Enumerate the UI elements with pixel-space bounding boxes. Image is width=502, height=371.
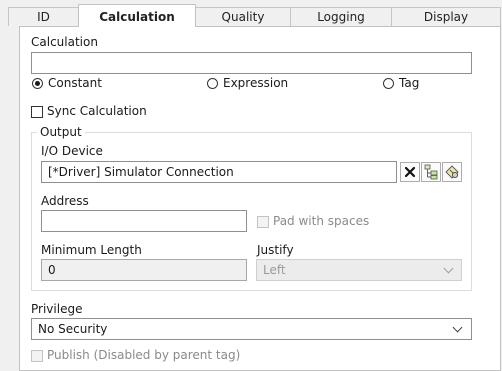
privilege-label: Privilege (31, 302, 83, 316)
clear-device-button[interactable] (400, 162, 420, 182)
tag-radio[interactable] (383, 78, 394, 89)
justify-value: Left (263, 263, 286, 277)
expression-radio[interactable] (207, 78, 218, 89)
sync-calculation-checkbox[interactable] (31, 106, 43, 118)
tab-calculation[interactable]: Calculation (78, 4, 196, 27)
address-input[interactable] (41, 210, 247, 232)
publish-checkbox[interactable] (31, 350, 43, 362)
browse-device-icon (424, 164, 438, 180)
tab-id[interactable]: ID (8, 7, 79, 26)
calculation-label: Calculation (31, 35, 98, 49)
privilege-dropdown[interactable]: No Security (31, 318, 472, 340)
address-label: Address (41, 194, 89, 208)
radio-selected-dot (35, 81, 40, 86)
constant-radio-label: Constant (48, 76, 102, 90)
minimum-length-label: Minimum Length (41, 243, 142, 257)
expression-radio-label: Expression (223, 76, 289, 90)
browse-device-button[interactable] (421, 162, 441, 182)
tab-quality[interactable]: Quality (195, 7, 291, 26)
justify-dropdown[interactable]: Left (256, 259, 462, 281)
chevron-down-icon (443, 263, 454, 274)
io-device-field[interactable]: [*Driver] Simulator Connection (41, 161, 397, 183)
calculation-input[interactable] (31, 52, 472, 74)
tab-logging[interactable]: Logging (290, 7, 392, 26)
justify-label: Justify (257, 243, 294, 257)
publish-label: Publish (Disabled by parent tag) (47, 348, 241, 362)
output-group-legend: Output (37, 125, 85, 139)
io-device-label: I/O Device (41, 144, 103, 158)
pad-with-spaces-label: Pad with spaces (273, 214, 370, 228)
minimum-length-input[interactable]: 0 (41, 259, 247, 281)
device-settings-button[interactable] (442, 162, 462, 182)
device-settings-icon (445, 165, 459, 179)
pad-with-spaces-checkbox[interactable] (257, 216, 269, 228)
chevron-down-icon (452, 322, 463, 333)
tab-panel: Calculation Constant Expression Tag Sync… (19, 26, 501, 371)
constant-radio[interactable] (32, 78, 43, 89)
privilege-value: No Security (38, 322, 108, 336)
clear-icon (404, 166, 416, 178)
sync-calculation-label: Sync Calculation (47, 104, 147, 118)
tab-display[interactable]: Display (391, 7, 501, 26)
tag-radio-label: Tag (399, 76, 420, 90)
